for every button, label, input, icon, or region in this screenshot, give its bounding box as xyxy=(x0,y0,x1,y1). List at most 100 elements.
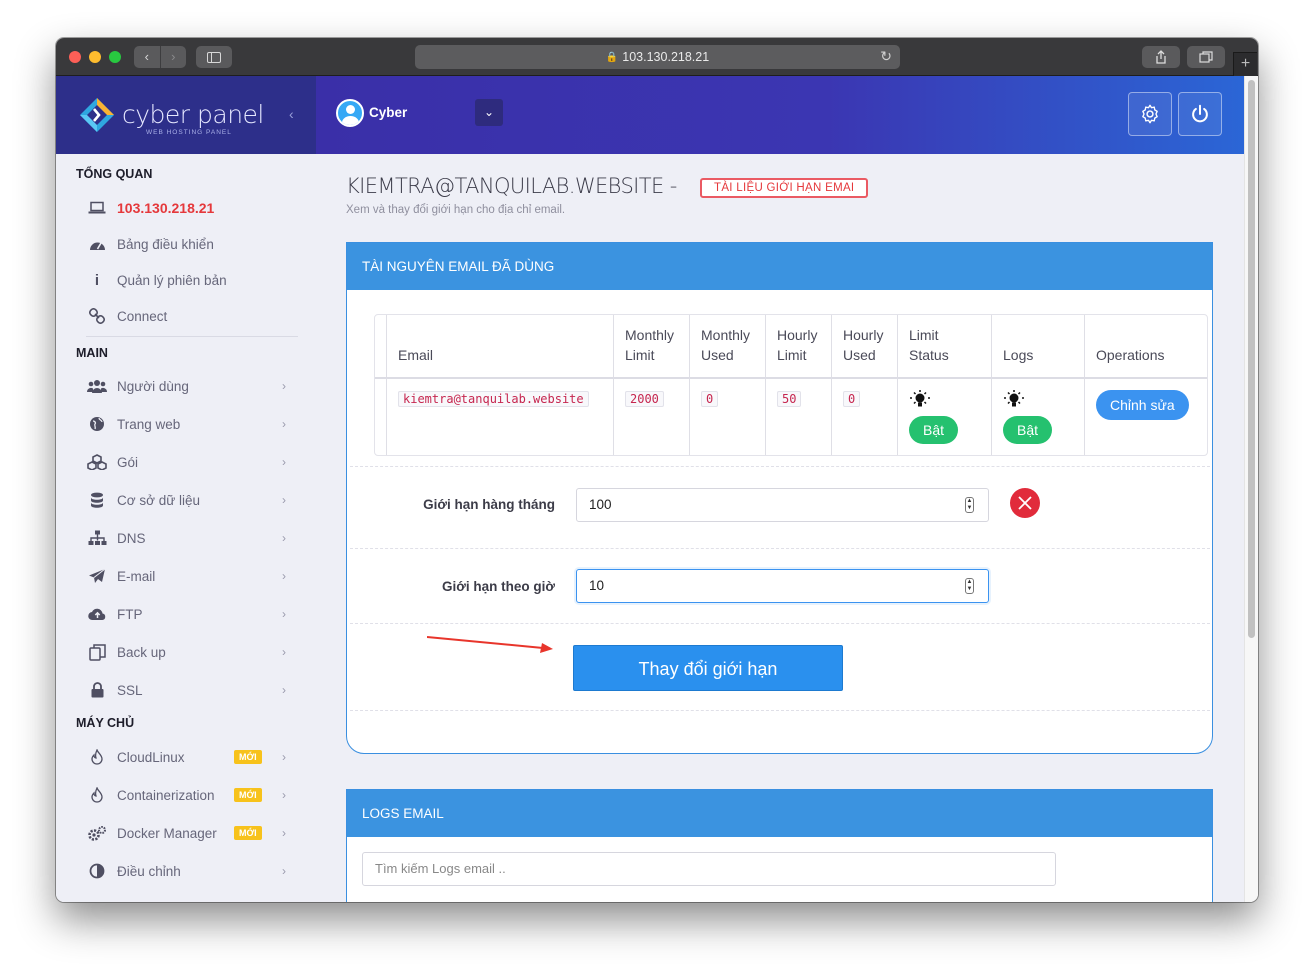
link-icon xyxy=(86,308,108,324)
monthly-limit-input[interactable]: 100 ▲ ▼ xyxy=(576,488,989,522)
browser-toolbar: ‹ › 🔒 103.130.218.21 ↻ + xyxy=(56,38,1258,76)
user-name[interactable]: Cyber xyxy=(369,105,407,120)
sidebar-item-ftp[interactable]: FTP › xyxy=(86,602,286,626)
cell-logs: Bật xyxy=(992,377,1085,455)
sidebar-item-version[interactable]: i Quản lý phiên bản xyxy=(86,268,286,292)
user-dropdown-button[interactable]: ⌄ xyxy=(475,99,503,126)
logout-button[interactable] xyxy=(1178,92,1222,136)
minimize-window-button[interactable] xyxy=(89,51,101,63)
sidebar-item-label: Điều chỉnh xyxy=(117,863,181,879)
sidebar-toggle-button[interactable] xyxy=(196,46,232,68)
chevron-right-icon: › xyxy=(282,531,286,545)
brand-name: cyber panel xyxy=(122,100,264,129)
chevron-right-icon: › xyxy=(282,379,286,393)
new-badge: MỚI xyxy=(234,750,262,764)
sidebar-item-backup[interactable]: Back up › xyxy=(86,640,286,664)
sidebar-item-databases[interactable]: Cơ sở dữ liệu › xyxy=(86,488,286,512)
hourly-limit-input[interactable]: 10 ▲ ▼ xyxy=(576,569,989,603)
page-subtitle: Xem và thay đổi giới hạn cho địa chỉ ema… xyxy=(346,204,566,216)
app-header: cyber panel WEB HOSTING PANEL ‹ Cyber ⌄ xyxy=(56,76,1244,154)
column-header-hourly-limit: Hourly Limit xyxy=(766,315,832,377)
zoom-window-button[interactable] xyxy=(109,51,121,63)
email-logs-card: LOGS EMAIL Tìm kiếm Logs email .. xyxy=(346,789,1213,902)
user-avatar[interactable] xyxy=(336,99,364,127)
history-nav: ‹ › xyxy=(134,46,186,68)
sidebar-item-dns[interactable]: DNS › xyxy=(86,526,286,550)
main-content: KIEMTRA@TANQUILAB.WEBSITE - TÀI LIỆU GIỚ… xyxy=(316,154,1244,902)
tab-overview-button[interactable] xyxy=(1187,46,1225,68)
close-window-button[interactable] xyxy=(69,51,81,63)
chevron-right-icon: › xyxy=(282,683,286,697)
power-icon xyxy=(1192,104,1208,123)
sidebar-item-server-ip[interactable]: 103.130.218.21 xyxy=(86,196,286,220)
globe-icon xyxy=(86,416,108,432)
settings-button[interactable] xyxy=(1128,92,1172,136)
monthly-limit-value: 2000 xyxy=(625,391,664,407)
change-limits-button[interactable]: Thay đổi giới hạn xyxy=(573,645,843,691)
section-title-main: MAIN xyxy=(76,346,108,360)
sidebar-item-tuning[interactable]: Điều chỉnh › xyxy=(86,859,286,883)
share-button[interactable] xyxy=(1142,46,1180,68)
logs-search-input[interactable]: Tìm kiếm Logs email .. xyxy=(362,852,1056,886)
sidebar-item-cloudlinux[interactable]: CloudLinux MỚI › xyxy=(86,745,286,769)
monthly-limit-row: Giới hạn hàng tháng 100 ▲ ▼ xyxy=(350,466,1210,548)
chevron-right-icon: › xyxy=(282,569,286,583)
lock-icon xyxy=(86,682,108,698)
sidebar-item-label: Docker Manager xyxy=(117,825,217,841)
page-scrollbar[interactable] xyxy=(1244,76,1258,902)
scrollbar-thumb[interactable] xyxy=(1248,80,1255,638)
collapse-sidebar-icon[interactable]: ‹ xyxy=(289,106,294,122)
sidebar-item-dashboard[interactable]: Bảng điều khiển xyxy=(86,232,286,256)
new-tab-button[interactable]: + xyxy=(1233,52,1257,76)
chevron-right-icon: › xyxy=(282,455,286,469)
stepper-icon[interactable]: ▲ ▼ xyxy=(965,497,974,513)
sidebar-item-packages[interactable]: Gói › xyxy=(86,450,286,474)
gear-icon xyxy=(1142,104,1158,124)
documentation-link[interactable]: TÀI LIỆU GIỚI HẠN EMAI xyxy=(700,178,869,198)
forward-icon[interactable]: › xyxy=(159,46,187,68)
back-icon[interactable]: ‹ xyxy=(134,46,160,68)
database-icon xyxy=(86,492,108,509)
annotation-arrow-icon xyxy=(427,636,553,653)
brand: cyber panel WEB HOSTING PANEL ‹ xyxy=(56,76,316,154)
cell-operations: Chỉnh sửa xyxy=(1085,377,1207,455)
sidebar-item-label: Back up xyxy=(117,644,166,660)
sidebar-item-websites[interactable]: Trang web › xyxy=(86,412,286,436)
edit-button[interactable]: Chỉnh sửa xyxy=(1096,390,1189,420)
sidebar-item-docker-manager[interactable]: Docker Manager MỚI › xyxy=(86,821,286,845)
cyberpanel-logo-icon[interactable] xyxy=(78,96,116,134)
column-header-monthly-used: Monthly Used xyxy=(690,315,766,377)
sidebar-item-users[interactable]: Người dùng › xyxy=(86,374,286,398)
table-edge xyxy=(375,315,387,377)
sidebar-item-label: DNS xyxy=(117,530,146,546)
brand-tagline: WEB HOSTING PANEL xyxy=(146,129,232,136)
sidebar-item-ssl[interactable]: SSL › xyxy=(86,678,286,702)
sidebar-item-connect[interactable]: Connect xyxy=(86,304,286,328)
sidebar-item-label: Quản lý phiên bản xyxy=(117,272,227,288)
sitemap-icon xyxy=(86,530,108,546)
sidebar-item-label: FTP xyxy=(117,606,143,622)
copy-icon xyxy=(86,643,108,661)
sidebar-item-email[interactable]: E-mail › xyxy=(86,564,286,588)
reload-icon[interactable]: ↻ xyxy=(880,48,892,65)
address-text: 103.130.218.21 xyxy=(622,50,710,64)
column-header-logs: Logs xyxy=(992,315,1085,377)
cell-hourly-used: 0 xyxy=(832,377,898,455)
column-header-operations: Operations xyxy=(1096,347,1165,363)
address-bar[interactable]: 🔒 103.130.218.21 ↻ xyxy=(415,45,900,69)
sidebar: TỔNG QUAN 103.130.218.21 Bảng điều khiển… xyxy=(56,154,316,902)
sidebar-item-label: SSL xyxy=(117,682,143,698)
cancel-edit-button[interactable] xyxy=(1010,488,1040,518)
cell-hourly-limit: 50 xyxy=(766,377,832,455)
close-icon xyxy=(1018,496,1032,510)
header-bar: Cyber ⌄ xyxy=(316,76,1244,154)
sidebar-item-label: E-mail xyxy=(117,568,156,584)
limit-status-badge: Bật xyxy=(909,416,959,444)
hourly-limit-value: 50 xyxy=(777,391,802,407)
info-icon: i xyxy=(94,271,100,289)
stepper-icon[interactable]: ▲ ▼ xyxy=(965,578,974,594)
new-badge: MỚI xyxy=(234,788,262,802)
sidebar-item-containerization[interactable]: Containerization MỚI › xyxy=(86,783,286,807)
tabs-icon xyxy=(1199,51,1213,63)
cell-email: kiemtra@tanquilab.website xyxy=(387,377,614,455)
